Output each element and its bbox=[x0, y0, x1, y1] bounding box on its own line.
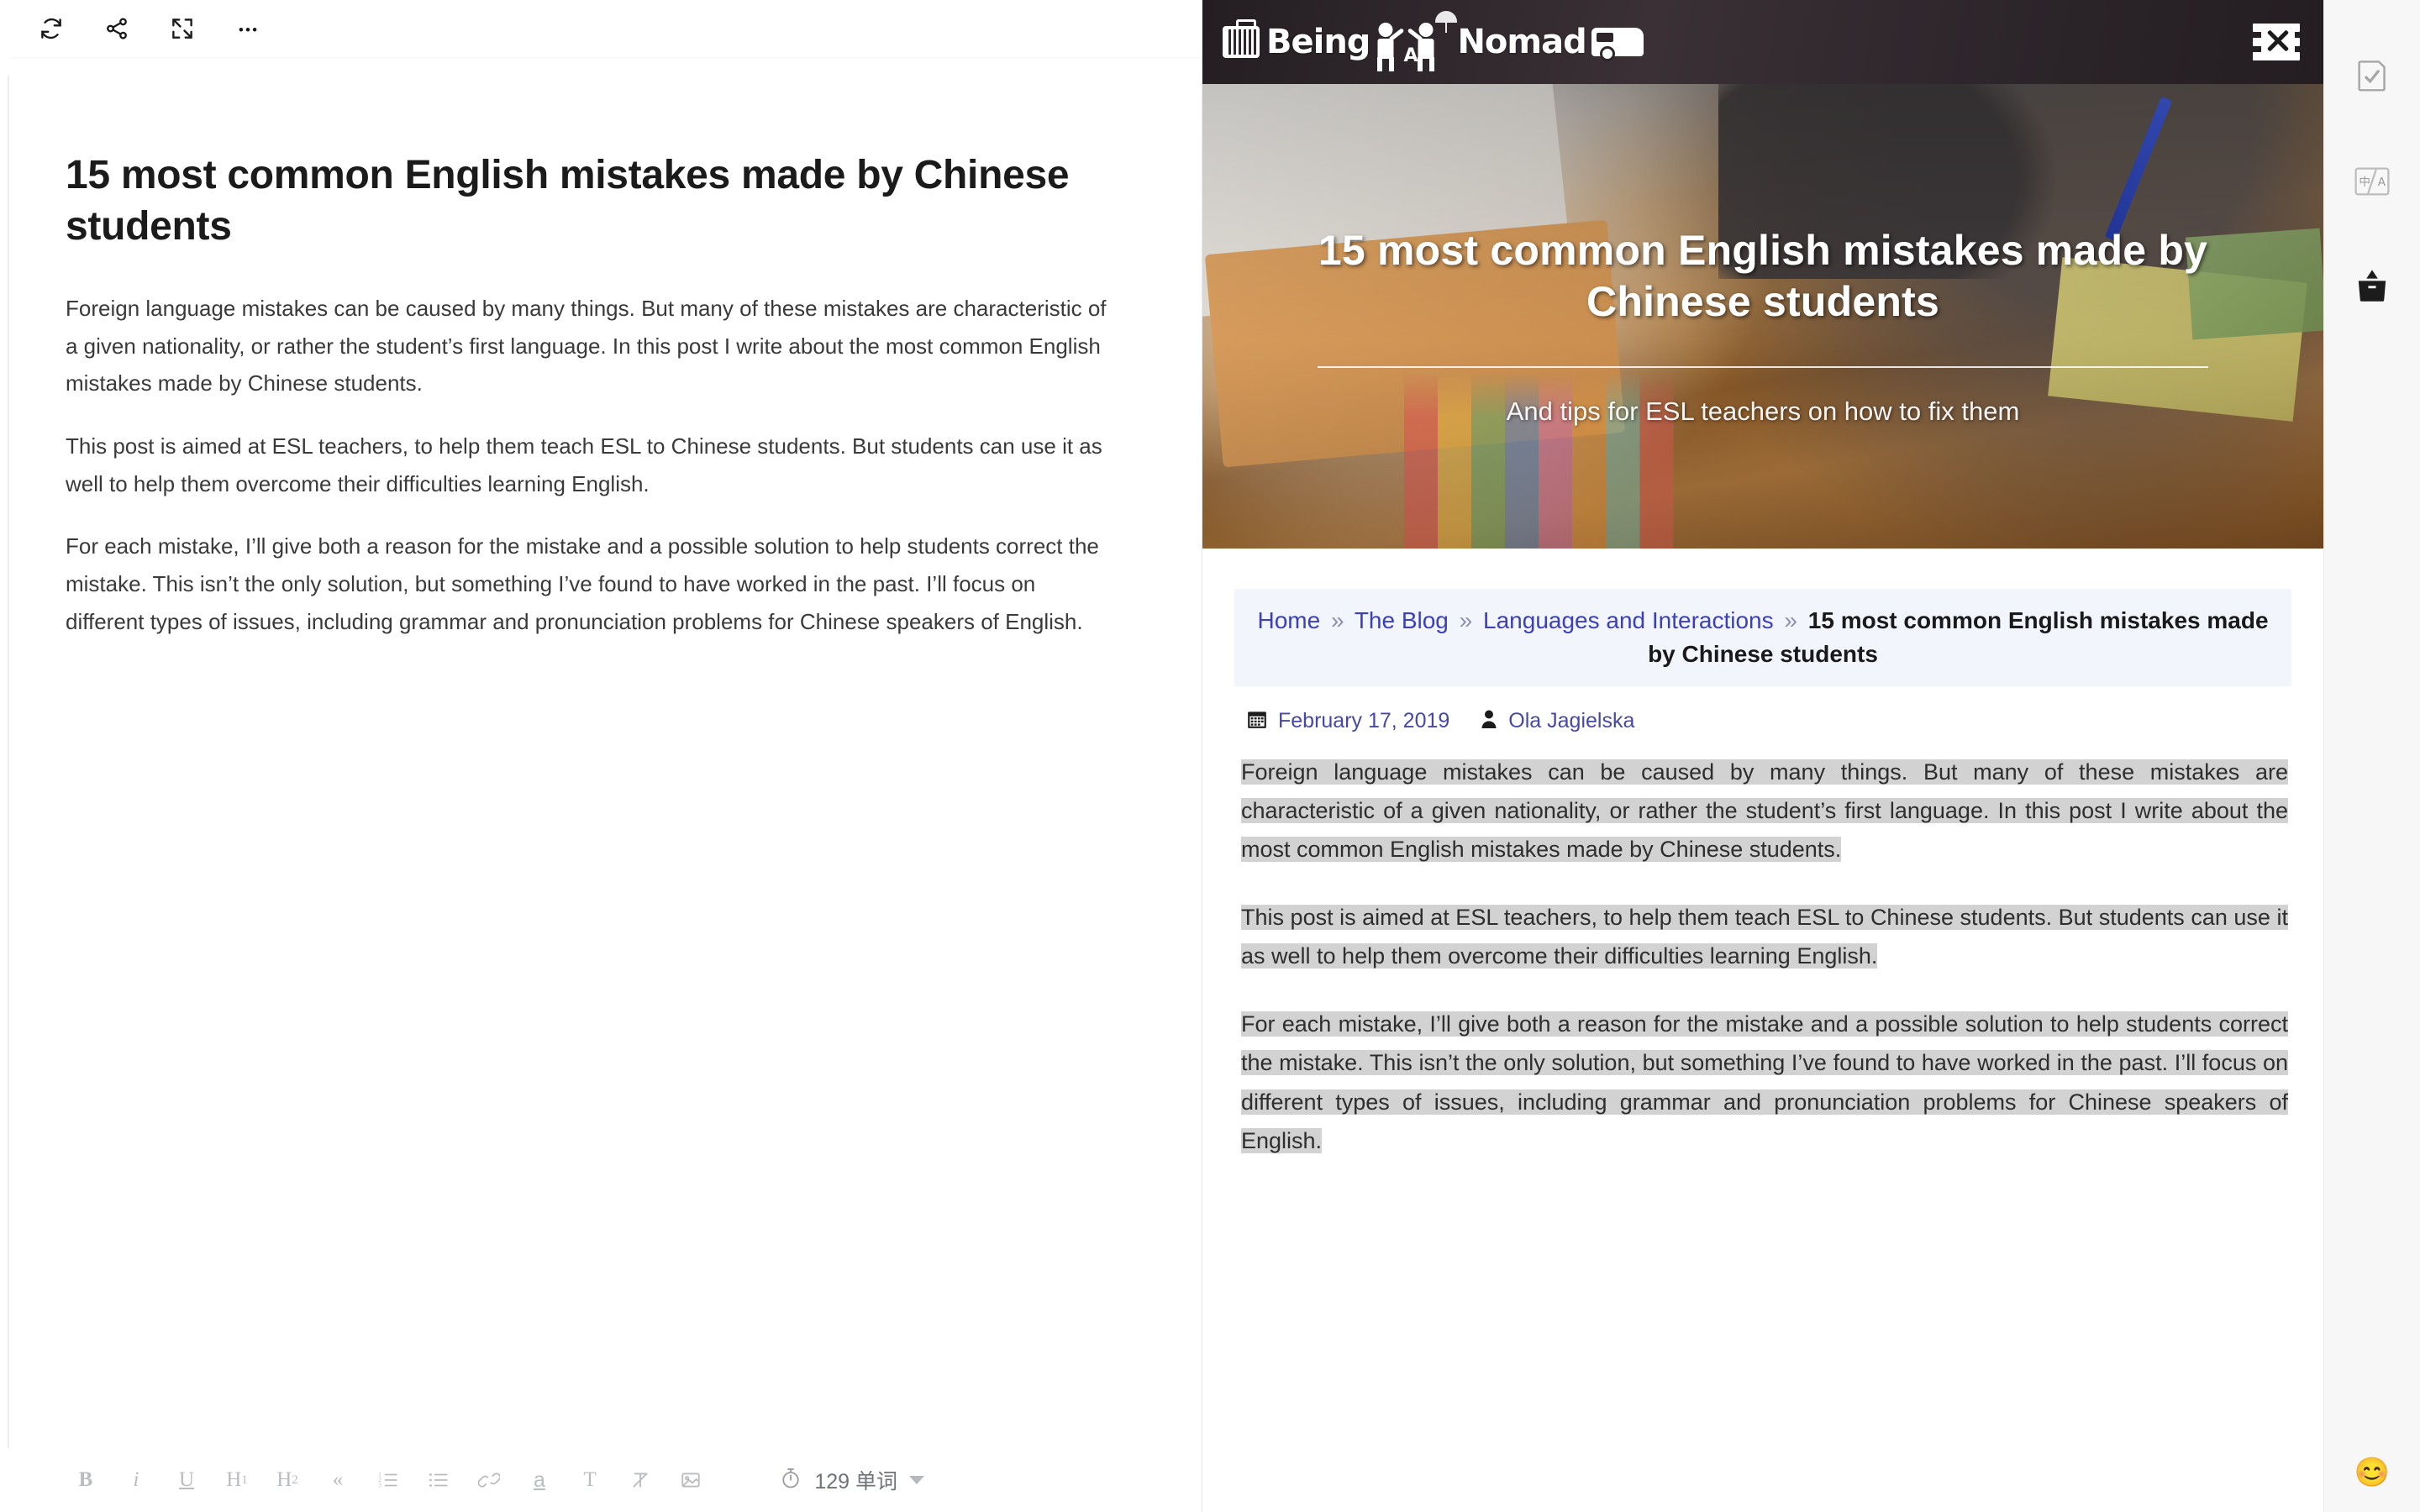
logo-text-being: Being bbox=[1266, 23, 1370, 61]
editor-document[interactable]: 15 most common English mistakes made by … bbox=[0, 59, 1202, 1448]
bold-label: B bbox=[78, 1468, 93, 1491]
blockquote-button[interactable]: « bbox=[313, 1457, 363, 1503]
breadcrumb-separator: » bbox=[1459, 607, 1473, 633]
breadcrumb-link-home[interactable]: Home bbox=[1257, 607, 1320, 633]
h2-sub: 2 bbox=[292, 1473, 298, 1487]
umbrella-icon bbox=[1435, 11, 1458, 33]
svg-text:中: 中 bbox=[2359, 176, 2370, 189]
breadcrumb: Home » The Blog » Languages and Interact… bbox=[1234, 589, 2291, 686]
logo-text-a: A bbox=[1403, 45, 1418, 66]
italic-button[interactable]: i bbox=[111, 1457, 161, 1503]
document-paragraph[interactable]: For each mistake, I’ll give both a reaso… bbox=[66, 528, 1116, 640]
clear-format-button[interactable] bbox=[615, 1457, 666, 1503]
breadcrumb-link-the-blog[interactable]: The Blog bbox=[1355, 607, 1449, 633]
site-logo[interactable]: Being A Nomad bbox=[1223, 11, 1644, 71]
word-count-label: 129 单词 bbox=[814, 1470, 897, 1494]
post-author[interactable]: Ola Jagielska bbox=[1508, 709, 1634, 733]
chevron-down-icon[interactable] bbox=[909, 1476, 924, 1484]
unordered-list-button[interactable] bbox=[413, 1457, 464, 1503]
preview-article: Home » The Blog » Languages and Interact… bbox=[1202, 549, 2323, 1161]
stopwatch-icon bbox=[779, 1467, 802, 1494]
more-options-icon[interactable] bbox=[215, 3, 281, 55]
share-icon[interactable] bbox=[84, 3, 150, 55]
tool-sidebar: 中 A 😊 bbox=[2323, 0, 2420, 1512]
link-button[interactable] bbox=[464, 1457, 514, 1503]
refresh-icon[interactable] bbox=[18, 3, 84, 55]
font-button[interactable]: T bbox=[565, 1457, 615, 1503]
hero-subtitle: And tips for ESL teachers on how to fix … bbox=[1506, 396, 2020, 426]
calendar-icon bbox=[1246, 708, 1268, 734]
emoji-picker-button[interactable]: 😊 bbox=[2354, 1458, 2390, 1487]
document-paragraph[interactable]: Foreign language mistakes can be caused … bbox=[66, 290, 1116, 402]
text-color-button[interactable]: a bbox=[514, 1457, 565, 1503]
h1-label: H bbox=[226, 1468, 242, 1491]
post-paragraph-text: Foreign language mistakes can be caused … bbox=[1241, 759, 2288, 863]
post-paragraph[interactable]: For each mistake, I’ll give both a reaso… bbox=[1241, 1005, 2288, 1161]
underline-button[interactable]: U bbox=[161, 1457, 212, 1503]
word-count-control[interactable]: 129 单词 bbox=[779, 1465, 924, 1495]
heading-2-button[interactable]: H2 bbox=[262, 1457, 313, 1503]
post-paragraph-text: This post is aimed at ESL teachers, to h… bbox=[1241, 904, 2288, 969]
hero-title: 15 most common English mistakes made by … bbox=[1318, 227, 2208, 325]
translate-icon[interactable]: 中 A bbox=[2345, 156, 2399, 207]
post-paragraph-text: For each mistake, I’ll give both a reaso… bbox=[1241, 1011, 2288, 1153]
hero-banner: 15 most common English mistakes made by … bbox=[1202, 84, 2323, 549]
quote-label: « bbox=[332, 1468, 344, 1491]
heading-1-button[interactable]: H1 bbox=[212, 1457, 262, 1503]
text-color-label: a bbox=[534, 1467, 545, 1492]
logo-text-nomad: Nomad bbox=[1457, 23, 1586, 61]
hamburger-close-icon[interactable] bbox=[2253, 24, 2300, 60]
hero-divider bbox=[1318, 366, 2208, 368]
breadcrumb-link-languages-and-interactions[interactable]: Languages and Interactions bbox=[1483, 607, 1774, 633]
h1-sub: 1 bbox=[241, 1473, 248, 1487]
breadcrumb-separator: » bbox=[1330, 607, 1344, 633]
proofread-icon[interactable] bbox=[2345, 52, 2399, 102]
post-paragraph[interactable]: Foreign language mistakes can be caused … bbox=[1241, 753, 2288, 869]
camper-van-icon bbox=[1591, 28, 1644, 61]
hero-content: 15 most common English mistakes made by … bbox=[1202, 84, 2323, 549]
person-figure-left bbox=[1375, 23, 1405, 71]
person-figure-right bbox=[1407, 23, 1437, 71]
italic-label: i bbox=[133, 1468, 139, 1491]
post-paragraph[interactable]: This post is aimed at ESL teachers, to h… bbox=[1241, 898, 2288, 976]
document-title[interactable]: 15 most common English mistakes made by … bbox=[66, 150, 1107, 253]
svg-text:A: A bbox=[2378, 176, 2386, 189]
post-meta: February 17, 2019 Ola Jagielska bbox=[1234, 686, 2291, 753]
two-people-icon: A bbox=[1373, 11, 1458, 71]
underline-label: U bbox=[178, 1468, 195, 1491]
fullscreen-icon[interactable] bbox=[150, 3, 215, 55]
editor-format-toolbar: B i U H1 H2 « 1 2 3 a T 129 单词 bbox=[0, 1448, 1202, 1512]
font-label: T bbox=[583, 1468, 597, 1491]
ordered-list-button[interactable]: 1 2 3 bbox=[363, 1457, 413, 1503]
post-date[interactable]: February 17, 2019 bbox=[1278, 709, 1449, 733]
suitcase-icon bbox=[1223, 19, 1260, 58]
site-header: Being A Nomad bbox=[1202, 0, 2323, 84]
user-icon bbox=[1480, 709, 1498, 733]
archive-icon[interactable] bbox=[2345, 260, 2399, 311]
breadcrumb-separator: » bbox=[1784, 607, 1797, 633]
h2-label: H bbox=[276, 1468, 292, 1491]
web-preview-pane: Being A Nomad 15 most common English mis… bbox=[1202, 0, 2323, 1512]
bold-button[interactable]: B bbox=[60, 1457, 111, 1503]
editor-pane: 15 most common English mistakes made by … bbox=[0, 0, 1202, 1512]
svg-text:3: 3 bbox=[378, 1482, 381, 1489]
editor-top-toolbar bbox=[0, 0, 1202, 57]
app-root: 15 most common English mistakes made by … bbox=[0, 0, 2420, 1512]
editor-edge-rail bbox=[8, 76, 9, 1453]
insert-image-button[interactable] bbox=[666, 1457, 716, 1503]
document-paragraph[interactable]: This post is aimed at ESL teachers, to h… bbox=[66, 428, 1116, 502]
